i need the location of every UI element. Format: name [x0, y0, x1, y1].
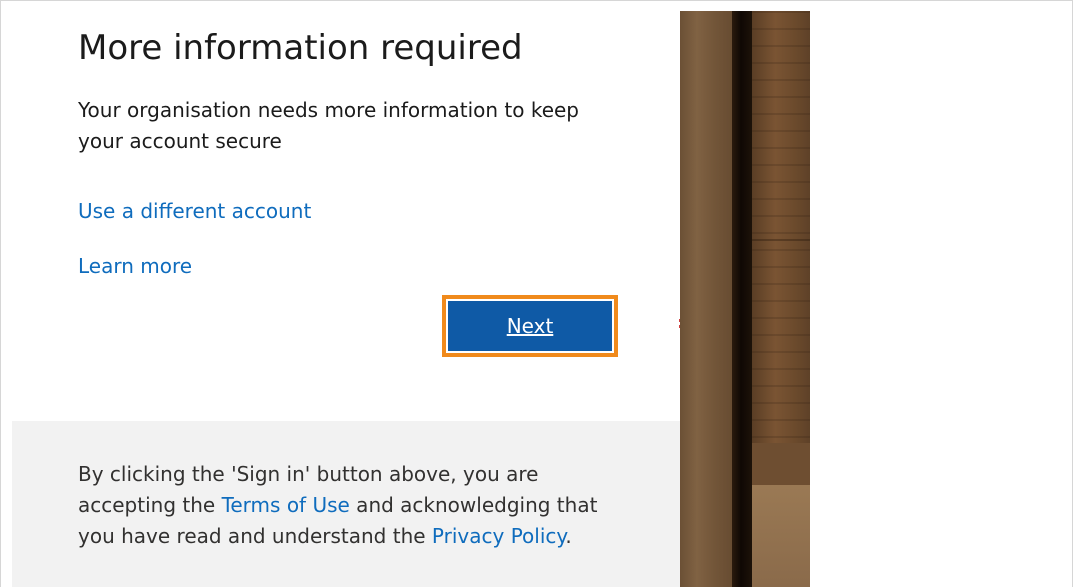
sign-in-dialog: More information required Your organisat… — [12, 11, 680, 587]
privacy-policy-link[interactable]: Privacy Policy — [432, 524, 565, 548]
learn-more-link[interactable]: Learn more — [78, 254, 192, 278]
description-text: Your organisation needs more information… — [78, 98, 580, 153]
next-button-highlight: Next — [442, 295, 618, 357]
wood-dark-gap — [732, 11, 752, 587]
terms-of-use-link[interactable]: Terms of Use — [222, 493, 350, 517]
wood-panel-left — [680, 11, 736, 587]
screenshot-frame: More information required Your organisat… — [0, 0, 1073, 587]
wood-joint — [752, 239, 810, 241]
footer-text-part-3: . — [565, 524, 572, 548]
wood-background-image — [680, 11, 810, 587]
next-button[interactable]: Next — [448, 301, 612, 351]
use-different-account-link[interactable]: Use a different account — [78, 199, 311, 223]
wood-lower-band — [752, 443, 810, 485]
footer-legal-text: By clicking the 'Sign in' button above, … — [78, 459, 638, 552]
footer-panel: By clicking the 'Sign in' button above, … — [12, 421, 680, 587]
page-title: More information required — [78, 28, 523, 68]
